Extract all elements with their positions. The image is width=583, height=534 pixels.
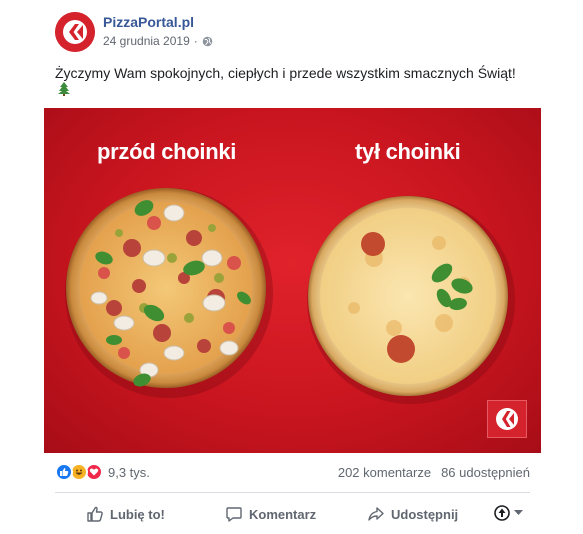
pizza-front-illustration xyxy=(65,188,515,404)
like-reaction-icon xyxy=(55,463,73,481)
emoji-line xyxy=(58,82,70,101)
shares-count-link[interactable]: 86 udostępnień xyxy=(441,465,530,480)
brand-badge xyxy=(487,400,527,438)
chevron-down-icon xyxy=(514,510,523,515)
comments-count-link[interactable]: 202 komentarze xyxy=(338,465,431,480)
share-button[interactable]: Udostępnij xyxy=(367,505,458,523)
pizzaportal-logo-icon xyxy=(55,12,95,52)
like-button[interactable]: Lubię to! xyxy=(86,505,165,523)
page-name-link[interactable]: PizzaPortal.pl xyxy=(103,14,194,30)
christmas-tree-icon xyxy=(58,82,70,96)
react-as-selector[interactable] xyxy=(494,505,523,521)
comment-icon xyxy=(226,507,242,522)
post-meta: 24 grudnia 2019 · xyxy=(103,34,213,48)
share-arrow-icon xyxy=(368,507,384,521)
reactions-summary[interactable]: 9,3 tys. xyxy=(55,463,150,481)
post-text: Życzymy Wam spokojnych, ciepłych i przed… xyxy=(55,65,516,81)
post-image[interactable]: przód choinki tył choinki xyxy=(44,108,541,453)
like-button-label: Lubię to! xyxy=(110,506,165,522)
divider xyxy=(55,492,530,493)
globe-icon[interactable] xyxy=(202,36,213,47)
facebook-post: PizzaPortal.pl 24 grudnia 2019 · Życzymy… xyxy=(0,0,583,534)
comment-button-label: Komentarz xyxy=(249,506,317,522)
post-stats: 202 komentarze 86 udostępnień xyxy=(338,465,530,480)
post-date[interactable]: 24 grudnia 2019 xyxy=(103,34,190,48)
reaction-count: 9,3 tys. xyxy=(108,464,150,480)
page-switch-icon xyxy=(494,505,510,521)
share-button-label: Udostępnij xyxy=(391,506,459,522)
meta-separator: · xyxy=(193,34,198,48)
comment-button[interactable]: Komentarz xyxy=(225,505,316,523)
pizzaportal-badge-icon xyxy=(496,408,518,430)
page-avatar[interactable] xyxy=(55,12,95,52)
thumbs-up-icon xyxy=(87,506,103,522)
